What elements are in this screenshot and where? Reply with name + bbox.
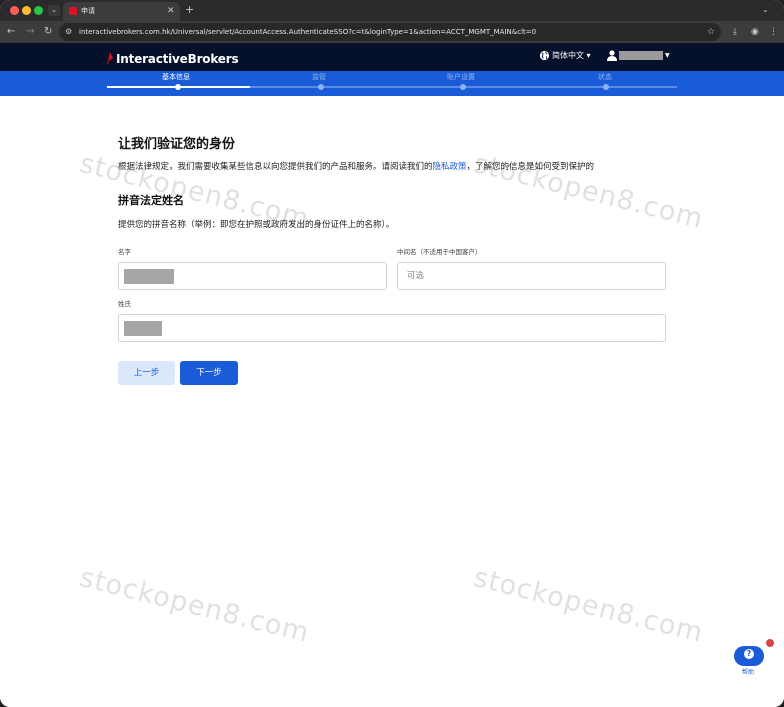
language-label: 简体中文 <box>552 51 584 60</box>
profile-icon[interactable]: ◉ <box>751 26 759 38</box>
help-label: 帮助 <box>742 669 755 676</box>
browser-window: ⌄ 申请 ✕ + ⌄ ← → ↻ ⚙ interactivebrokers.co… <box>0 0 784 707</box>
chevron-down-icon[interactable]: ⌄ <box>762 5 769 15</box>
browser-tab[interactable]: 申请 ✕ <box>63 2 180 21</box>
previous-step-button[interactable]: 上一步 <box>118 361 175 385</box>
address-bar[interactable]: ⚙ interactivebrokers.com.hk/Universal/se… <box>59 23 721 41</box>
site-header: InteractiveBrokers 简体中文 ▾ ▼ <box>0 43 784 71</box>
minimize-window-button[interactable] <box>22 6 31 15</box>
download-icon[interactable]: ⤓ <box>733 26 737 38</box>
favicon-icon <box>69 7 77 15</box>
language-selector[interactable]: 简体中文 ▾ <box>552 51 591 61</box>
step-dot-account-settings <box>460 84 466 90</box>
step-label-account-settings: 账户设置 <box>447 73 475 81</box>
step-dot-basic-info <box>175 84 181 90</box>
step-dot-regulatory <box>318 84 324 90</box>
first-name-field[interactable] <box>118 262 387 290</box>
middle-name-label: 中间名（不适用于中国客户） <box>397 248 482 256</box>
first-name-label: 名字 <box>118 248 131 256</box>
tab-search-icon[interactable]: ⌄ <box>48 5 60 16</box>
middle-name-field[interactable]: 可选 <box>397 262 666 290</box>
username-redacted[interactable] <box>619 51 663 60</box>
user-icon[interactable] <box>607 50 617 61</box>
middle-name-placeholder: 可选 <box>407 271 425 281</box>
close-window-button[interactable] <box>10 6 19 15</box>
last-name-label: 姓氏 <box>118 300 131 308</box>
brand-logo[interactable]: InteractiveBrokers <box>116 52 239 66</box>
browser-toolbar: ← → ↻ ⚙ interactivebrokers.com.hk/Univer… <box>0 21 784 43</box>
globe-icon[interactable] <box>539 50 550 61</box>
help-question-icon: ? <box>744 649 754 659</box>
page-title: 让我们验证您的身份 <box>118 137 236 152</box>
bookmark-star-icon[interactable]: ☆ <box>707 26 715 38</box>
step-label-status: 状态 <box>598 73 612 81</box>
privacy-policy-link[interactable]: 隐私政策 <box>433 162 467 172</box>
back-arrow-icon[interactable]: ← <box>7 26 15 38</box>
next-step-button[interactable]: 下一步 <box>180 361 238 385</box>
reload-icon[interactable]: ↻ <box>44 26 52 38</box>
maximize-window-button[interactable] <box>34 6 43 15</box>
forward-arrow-icon[interactable]: → <box>26 26 34 38</box>
url-text: interactivebrokers.com.hk/Universal/serv… <box>79 28 537 36</box>
site-info-icon[interactable]: ⚙ <box>65 26 72 38</box>
step-dot-status <box>603 84 609 90</box>
last-name-value-redacted <box>124 321 162 336</box>
step-label-basic-info: 基本信息 <box>162 73 190 81</box>
user-menu-caret-icon[interactable]: ▼ <box>665 51 670 61</box>
tab-strip: ⌄ 申请 ✕ + ⌄ <box>0 0 784 21</box>
more-menu-icon[interactable]: ⋮ <box>769 26 778 38</box>
notification-dot <box>766 639 774 647</box>
help-button[interactable]: ? <box>734 646 764 666</box>
ib-logo-icon <box>107 52 113 64</box>
tab-title: 申请 <box>81 7 95 15</box>
tab-close-icon[interactable]: ✕ <box>167 5 175 17</box>
new-tab-icon[interactable]: + <box>185 3 194 17</box>
first-name-value-redacted <box>124 269 174 284</box>
progress-steps: 基本信息 监管 账户设置 状态 <box>0 71 784 96</box>
step-label-regulatory: 监管 <box>312 73 326 81</box>
last-name-field[interactable] <box>118 314 666 342</box>
